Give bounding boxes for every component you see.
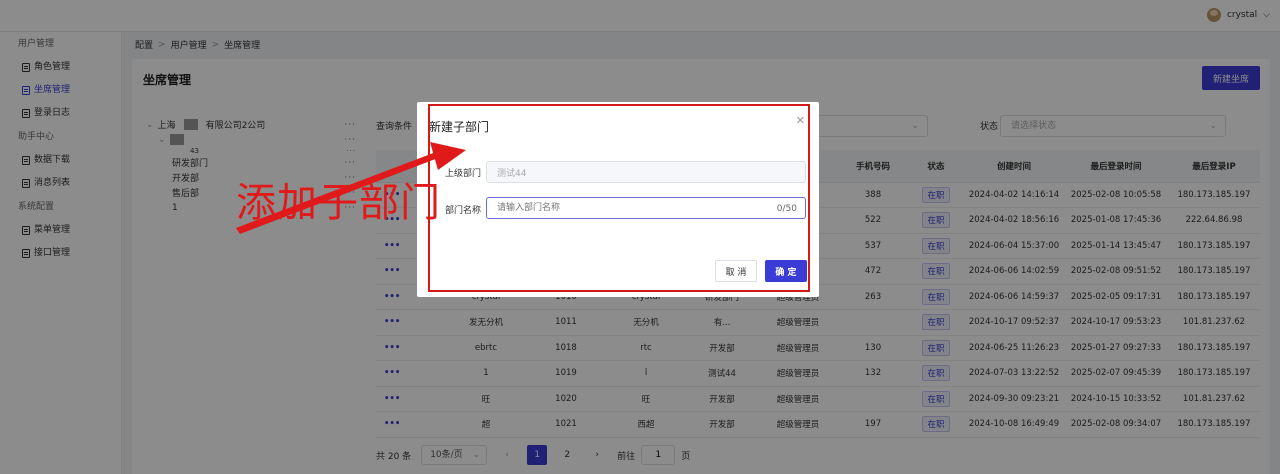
- char-counter: 0/50: [776, 204, 797, 214]
- annotation-text: 添加子部门: [236, 180, 441, 226]
- dept-name-input[interactable]: [486, 197, 806, 219]
- parent-dept-field: [486, 161, 806, 183]
- new-sub-department-dialog: 新建子部门 ✕ 上级部门 部门名称 0/50 取 消 确 定: [417, 102, 819, 297]
- cancel-button[interactable]: 取 消: [715, 260, 757, 282]
- close-icon[interactable]: ✕: [796, 114, 805, 127]
- confirm-button[interactable]: 确 定: [765, 260, 807, 282]
- dialog-title: 新建子部门: [429, 120, 490, 134]
